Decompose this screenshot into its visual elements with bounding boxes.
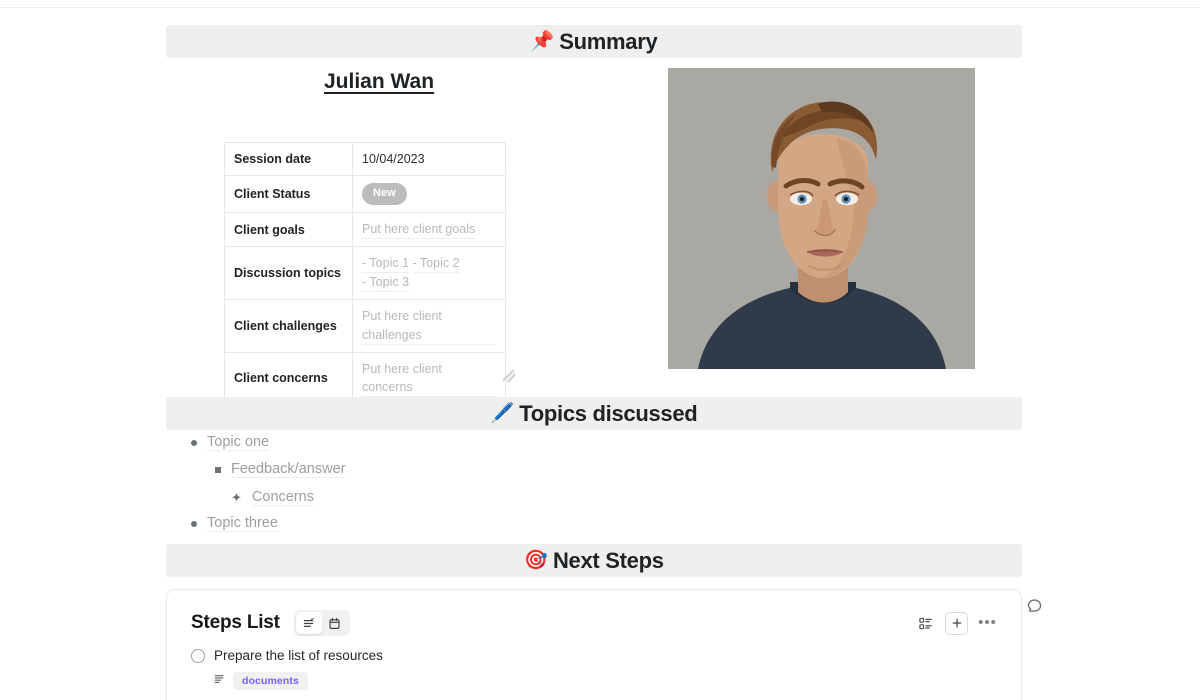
row-key: Client goals (224, 212, 353, 248)
document-page: 📌 Summary Julian Wan Session date 10/04/… (0, 0, 1200, 700)
dart-emoji: 🎯 (524, 550, 548, 571)
row-value[interactable]: Put here client challenges (352, 299, 506, 353)
discussion-topic-line: - Topic 1 (362, 254, 410, 274)
more-options-label: ••• (978, 614, 997, 631)
table-row: Client Status New (224, 175, 506, 214)
task-tag[interactable]: documents (233, 672, 308, 690)
list-item[interactable]: Topic one (191, 434, 270, 451)
list-item[interactable]: Feedback/answer (215, 461, 346, 478)
row-value[interactable]: 10/04/2023 (352, 141, 506, 177)
task-checkbox[interactable] (191, 648, 205, 663)
pushpin-emoji: 📌 (530, 31, 555, 52)
row-key: Discussion topics (224, 246, 353, 301)
section-title-topics: Topics discussed (519, 400, 698, 426)
list-item[interactable]: ✦ Concerns (231, 489, 314, 506)
steps-list-title: Steps List (191, 612, 280, 633)
section-header-next-steps: 🎯 Next Steps (166, 544, 1022, 577)
list-item-label: Topic three (207, 515, 278, 532)
steps-list-card: Steps List ••• Prepare the list of resou… (166, 589, 1022, 700)
bullet-disc-icon (191, 520, 197, 527)
row-value[interactable]: New (352, 175, 506, 214)
status-badge[interactable]: New (362, 183, 407, 206)
session-date-value: 10/04/2023 (362, 152, 425, 166)
section-title-summary: Summary (559, 28, 658, 54)
table-row: Client challenges Put here client challe… (224, 299, 506, 353)
calendar-view-icon[interactable] (322, 612, 348, 634)
table-row: Client goals Put here client goals (224, 212, 506, 248)
bullet-square-icon (215, 466, 221, 473)
view-switcher (293, 610, 350, 636)
task-meta-row: documents (167, 663, 1021, 690)
client-challenges-placeholder: Put here client challenges (362, 307, 496, 345)
row-value[interactable]: - Topic 1 - Topic 2 - Topic 3 (352, 246, 506, 301)
section-header-topics: 🖊️ Topics discussed (166, 397, 1022, 430)
pen-emoji: 🖊️ (490, 403, 515, 424)
bullet-star-icon: ✦ (231, 490, 242, 505)
row-key: Client challenges (224, 299, 353, 353)
row-value[interactable]: Put here client goals (352, 212, 506, 248)
client-goals-placeholder: Put here client goals (362, 220, 476, 240)
more-options-icon[interactable]: ••• (976, 612, 999, 635)
discussion-topic-line: - Topic 2 (412, 254, 460, 274)
list-item[interactable]: Prepare the list of resources (167, 636, 1021, 663)
list-item-label: Concerns (251, 489, 314, 506)
bullet-disc-icon (191, 439, 197, 446)
client-concerns-placeholder: Put here client concerns (362, 360, 496, 397)
grid-view-icon[interactable] (914, 612, 937, 635)
row-key: Session date (224, 141, 353, 177)
list-view-icon[interactable] (295, 612, 322, 634)
list-item-label: Topic one (207, 434, 270, 451)
discussion-topic-line: - Topic 3 (362, 273, 410, 293)
top-divider (0, 7, 1200, 8)
section-title-next-steps: Next Steps (552, 547, 664, 573)
comment-bubble-icon[interactable] (1026, 598, 1043, 615)
add-icon[interactable] (945, 611, 968, 635)
list-item-label: Feedback/answer (231, 461, 346, 478)
client-name[interactable]: Julian Wan (324, 70, 434, 94)
table-row: Discussion topics - Topic 1 - Topic 2 - … (224, 246, 506, 301)
description-icon (213, 672, 225, 690)
task-label: Prepare the list of resources (214, 648, 383, 663)
table-row: Session date 10/04/2023 (224, 141, 506, 177)
section-header-summary: 📌 Summary (166, 25, 1022, 58)
steps-header-actions: ••• (914, 611, 999, 635)
list-item[interactable]: Topic three (191, 515, 278, 532)
client-info-table: Session date 10/04/2023 Client Status Ne… (224, 141, 506, 405)
row-key: Client Status (224, 175, 353, 214)
client-photo[interactable] (668, 68, 975, 369)
steps-list-header: Steps List ••• (167, 590, 1021, 636)
table-resize-handle[interactable] (503, 370, 515, 382)
